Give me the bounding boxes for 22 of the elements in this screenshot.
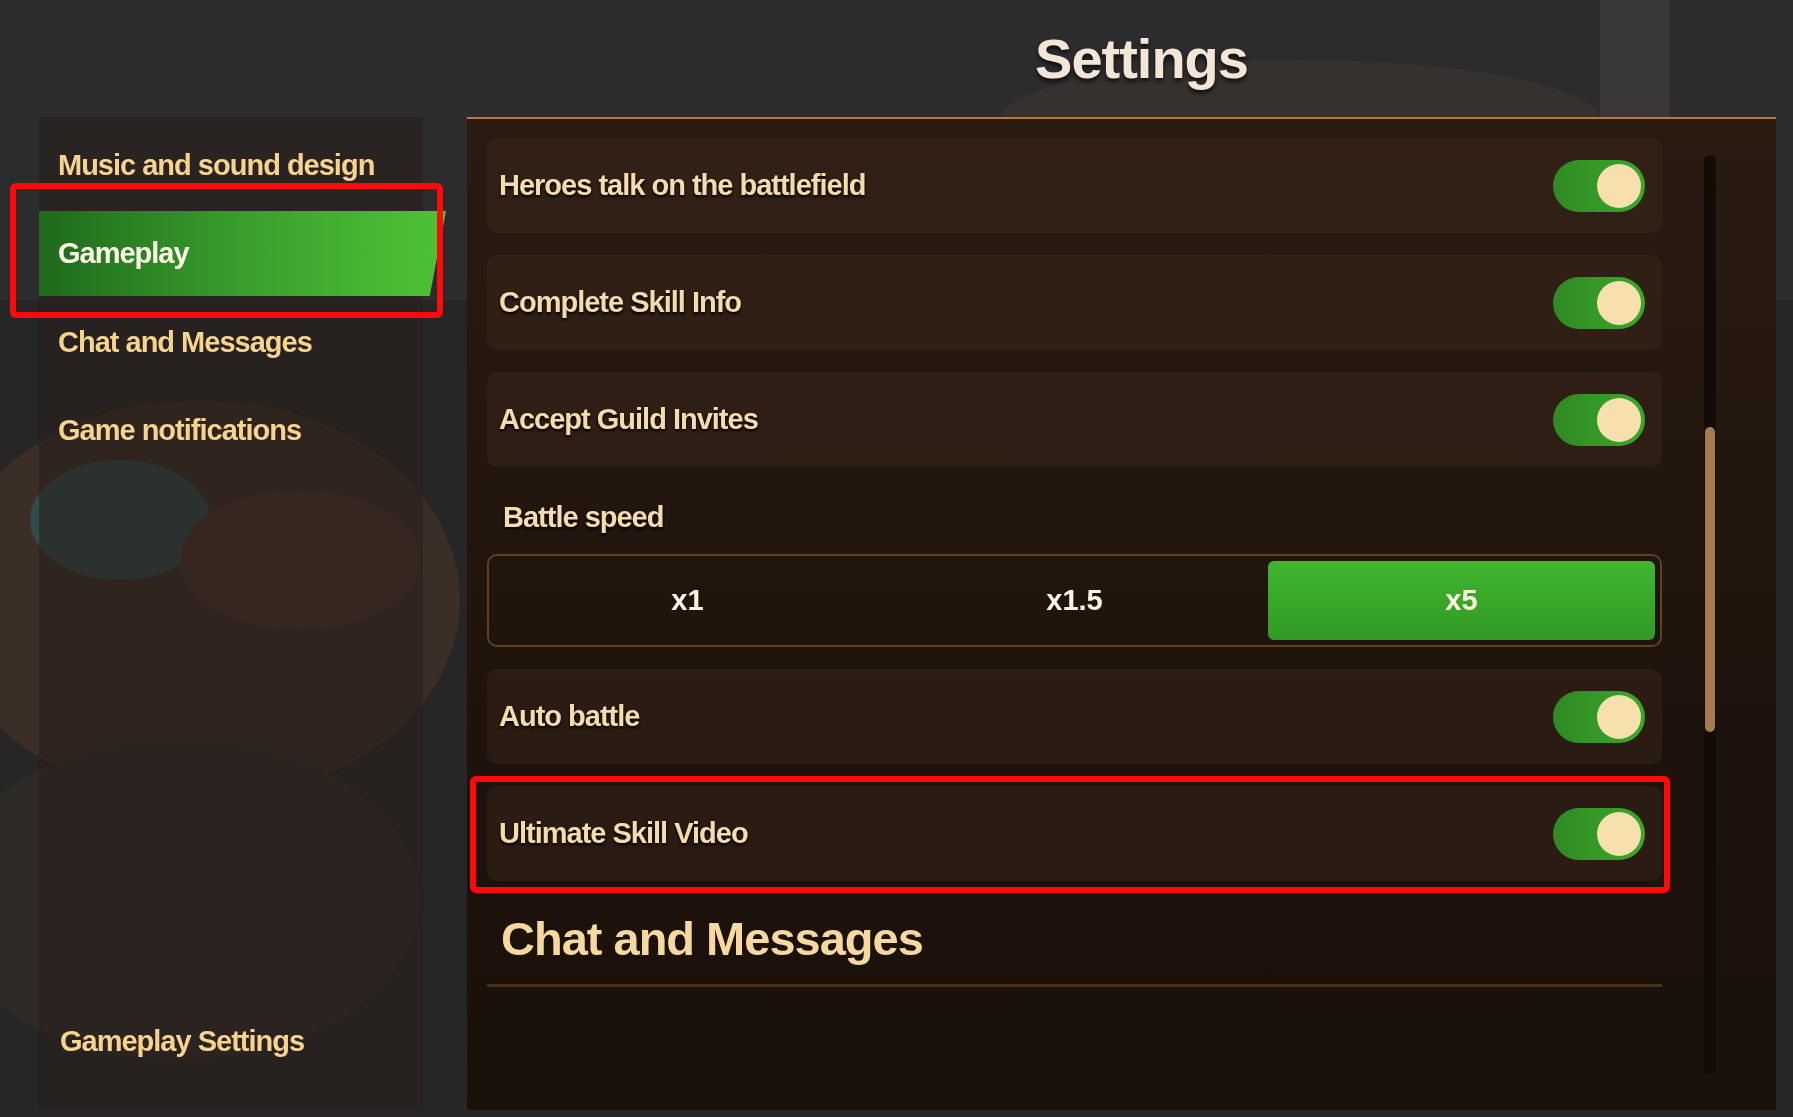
setting-label: Heroes talk on the battlefield: [499, 169, 866, 202]
setting-label: Ultimate Skill Video: [499, 817, 748, 850]
sidebar-item[interactable]: Chat and Messages: [39, 298, 423, 386]
setting-label: Battle speed: [502, 500, 665, 534]
toggle-switch[interactable]: [1553, 690, 1645, 743]
toggle-switch[interactable]: [1553, 807, 1645, 860]
scrollbar-thumb[interactable]: [1705, 427, 1715, 732]
setting-label: Accept Guild Invites: [499, 403, 758, 436]
setting-label: Auto battle: [499, 700, 640, 733]
page-title: Settings: [1035, 26, 1248, 91]
sidebar-item[interactable]: Game notifications: [39, 386, 423, 474]
speed-option[interactable]: x1.5: [881, 561, 1268, 640]
sidebar-footer: Gameplay Settings: [39, 1025, 423, 1058]
sidebar-item[interactable]: Music and sound design: [39, 121, 423, 209]
scrollbar-track[interactable]: [1704, 155, 1716, 1075]
toggle-switch[interactable]: [1553, 276, 1645, 329]
sidebar-item[interactable]: Gameplay: [39, 211, 446, 296]
section-heading: Chat and Messages: [487, 911, 1662, 987]
speed-option[interactable]: x1: [494, 561, 881, 640]
setting-label: Complete Skill Info: [499, 286, 742, 319]
toggle-switch[interactable]: [1553, 159, 1645, 212]
toggle-switch[interactable]: [1553, 393, 1645, 446]
